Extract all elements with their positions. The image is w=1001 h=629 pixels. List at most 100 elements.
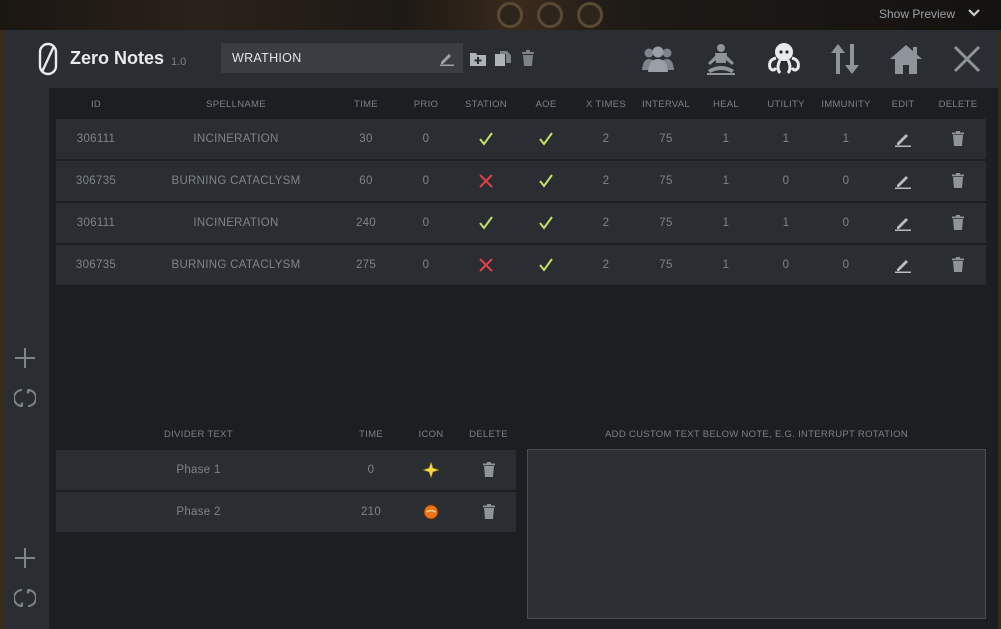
divider-row[interactable]: Phase 2 210 [56,492,516,532]
refresh-dividers-icon[interactable] [13,587,37,609]
aoe-check-icon[interactable] [516,161,576,201]
chevron-down-icon [967,7,981,21]
background-ornament [577,2,603,28]
spell-prio: 0 [422,217,430,229]
home-icon[interactable] [888,41,924,77]
new-folder-icon[interactable] [469,50,487,71]
spell-row[interactable]: 306735 BURNING CATACLYSM 275 0 2 75 1 0 … [56,245,986,285]
octopus-icon[interactable] [766,41,802,77]
col-header-heal: HEAL [712,99,740,110]
divider-time: 210 [360,506,382,518]
col-header-aoe: AOE [535,99,557,110]
spell-id: 306111 [76,133,116,145]
note-name-input[interactable]: WRATHION [221,43,463,73]
edit-pencil-icon[interactable] [876,119,930,159]
delete-trash-icon[interactable] [930,203,986,243]
col-header-spellname: SPELLNAME [206,99,266,110]
spell-row[interactable]: 306111 INCINERATION 240 0 2 75 1 1 0 [56,203,986,243]
spell-interval: 75 [659,133,673,145]
spell-interval: 75 [659,217,673,229]
col-header-divider-text: DIVIDER TEXT [164,429,233,440]
col-header-interval: INTERVAL [642,99,690,110]
station-cross-icon[interactable] [456,245,516,285]
spell-name: BURNING CATACLYSM [171,175,301,187]
trash-icon[interactable] [521,50,535,71]
show-preview-toggle[interactable]: Show Preview [879,4,981,24]
divider-text: Phase 1 [176,464,221,476]
delete-trash-icon[interactable] [461,450,516,490]
spell-prio: 0 [422,133,430,145]
app-version: 1.0 [171,56,187,68]
edit-pencil-icon[interactable] [876,245,930,285]
copy-icon[interactable] [494,50,512,71]
game-background [0,0,1001,30]
star-icon[interactable] [401,450,461,490]
spell-time: 60 [359,175,373,187]
col-header-xtimes: X TIMES [586,99,626,110]
edit-pencil-icon[interactable] [876,203,930,243]
divider-text: Phase 2 [176,506,221,518]
delete-trash-icon[interactable] [930,245,986,285]
add-spell-button[interactable] [14,347,36,369]
spell-time: 30 [359,133,373,145]
spell-xtimes: 2 [602,175,610,187]
sort-arrows-icon[interactable] [827,41,863,77]
spell-xtimes: 2 [602,217,610,229]
spell-time: 240 [355,217,377,229]
note-name-value: WRATHION [232,51,302,65]
orange-orb-icon[interactable] [401,492,461,532]
zero-notes-window: Zero Notes 1.0 WRATHION ID SPELLNAME TIM… [3,30,998,629]
spell-id: 306111 [76,217,116,229]
refresh-spells-icon[interactable] [13,387,37,409]
custom-text-area[interactable] [527,449,986,619]
spell-row[interactable]: 306111 INCINERATION 30 0 2 75 1 1 1 [56,119,986,159]
add-divider-button[interactable] [14,547,36,569]
spell-heal: 1 [722,217,730,229]
spell-row[interactable]: 306735 BURNING CATACLYSM 60 0 2 75 1 0 0 [56,161,986,201]
aoe-check-icon[interactable] [516,203,576,243]
group-icon[interactable] [640,41,676,77]
spell-id: 306735 [75,175,117,187]
spell-heal: 1 [722,133,730,145]
spell-heal: 1 [722,175,730,187]
zero-notes-logo-icon [38,42,58,76]
close-icon[interactable] [949,41,985,77]
col-header-divider-time: TIME [359,429,383,440]
spell-id: 306735 [75,259,117,271]
app-title: Zero Notes [70,48,165,68]
col-header-edit: EDIT [891,99,915,110]
pencil-icon[interactable] [439,50,455,69]
delete-trash-icon[interactable] [930,119,986,159]
col-header-prio: PRIO [413,99,439,110]
station-check-icon[interactable] [456,203,516,243]
delete-trash-icon[interactable] [930,161,986,201]
col-header-delete: DELETE [938,99,978,110]
spell-utility: 0 [782,259,790,271]
station-check-icon[interactable] [456,119,516,159]
show-preview-label: Show Preview [878,7,955,21]
meditate-icon[interactable] [703,41,739,77]
spell-name: BURNING CATACLYSM [171,259,301,271]
spell-name: INCINERATION [193,133,279,145]
spell-immunity: 0 [842,259,850,271]
spell-xtimes: 2 [602,133,610,145]
col-header-divider-delete: DELETE [469,429,508,440]
col-header-time: TIME [354,99,378,110]
spell-prio: 0 [422,259,430,271]
divider-row[interactable]: Phase 1 0 [56,450,516,490]
background-ornament [537,2,563,28]
edit-pencil-icon[interactable] [876,161,930,201]
aoe-check-icon[interactable] [516,245,576,285]
spell-xtimes: 2 [602,259,610,271]
spell-heal: 1 [722,259,730,271]
col-header-immunity: IMMUNITY [821,99,871,110]
delete-trash-icon[interactable] [461,492,516,532]
station-cross-icon[interactable] [456,161,516,201]
left-toolbar [3,88,49,629]
col-header-divider-icon: ICON [418,429,444,440]
spell-utility: 1 [782,217,790,229]
spell-immunity: 0 [842,217,850,229]
aoe-check-icon[interactable] [516,119,576,159]
spell-immunity: 0 [842,175,850,187]
spell-prio: 0 [422,175,430,187]
